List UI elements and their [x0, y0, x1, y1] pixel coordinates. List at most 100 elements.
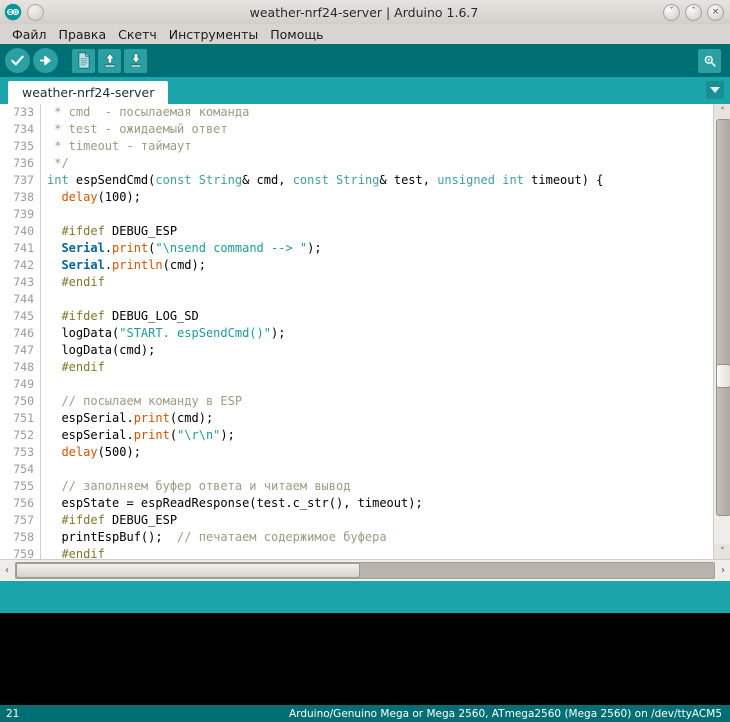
line-text: printEspBuf(); // печатаем содержимое бу…	[41, 529, 386, 546]
save-sketch-icon	[130, 53, 141, 68]
line-number: 752	[0, 427, 41, 444]
code-line[interactable]: 759 #endif	[0, 546, 713, 559]
code-line[interactable]: 750 // посылаем команду в ESP	[0, 393, 713, 410]
menu-item-3[interactable]: Инструменты	[163, 26, 264, 43]
code-lines[interactable]: 733 * cmd - посылаемая команда 734 * test…	[0, 104, 713, 559]
line-number: 736	[0, 155, 41, 172]
code-line[interactable]: 741 Serial.print("\nsend command --> ");	[0, 240, 713, 257]
new-sketch-button[interactable]	[72, 48, 95, 73]
toolbar-right-group	[698, 48, 730, 73]
code-line[interactable]: 736 */	[0, 155, 713, 172]
title-bar: weather-nrf24-server | Arduino 1.6.7 ˇ ˆ…	[0, 0, 730, 25]
upload-arrow-icon	[39, 55, 51, 66]
code-line[interactable]: 737 int espSendCmd(const String& cmd, con…	[0, 172, 713, 189]
scroll-up-button[interactable]: ˄	[714, 104, 730, 119]
window-menu-button[interactable]	[27, 3, 44, 21]
line-number: 759	[0, 546, 41, 559]
code-line[interactable]: 753 delay(500);	[0, 444, 713, 461]
code-token: Serial	[61, 241, 105, 255]
code-line[interactable]: 748 #endif	[0, 359, 713, 376]
horizontal-scroll-thumb[interactable]	[16, 563, 360, 578]
line-number: 754	[0, 461, 41, 478]
code-token: timeout) {	[523, 173, 604, 187]
code-line[interactable]: 742 Serial.println(cmd);	[0, 257, 713, 274]
tab-menu-button[interactable]	[706, 81, 724, 99]
line-text: Serial.print("\nsend command --> ");	[41, 240, 321, 257]
console-output[interactable]	[0, 613, 730, 705]
menu-item-0[interactable]: Файл	[6, 26, 53, 43]
code-editor[interactable]: 733 * cmd - посылаемая команда 734 * test…	[0, 104, 730, 559]
code-line[interactable]: 745 #ifdef DEBUG_LOG_SD	[0, 308, 713, 325]
line-text: #endif	[41, 274, 105, 291]
scroll-right-button[interactable]: ›	[716, 561, 730, 581]
code-token: espSerial.	[47, 411, 134, 425]
maximize-button[interactable]: ˆ	[685, 3, 702, 21]
code-token: #endif	[61, 275, 105, 289]
code-token: (	[169, 428, 178, 442]
code-line[interactable]: 734 * test - ожидаемый ответ	[0, 121, 713, 138]
code-token: espSerial.	[47, 428, 134, 442]
line-text: * cmd - посылаемая команда	[41, 104, 249, 121]
minimize-button[interactable]: ˇ	[663, 3, 680, 21]
code-line[interactable]: 752 espSerial.print("\r\n");	[0, 427, 713, 444]
editor-horizontal-scrollbar[interactable]: ‹ ›	[0, 559, 730, 581]
code-token: & test,	[379, 173, 438, 187]
code-token: #ifdef	[61, 513, 105, 527]
code-line[interactable]: 735 * timeout - таймаут	[0, 138, 713, 155]
menu-item-2[interactable]: Скетч	[112, 26, 163, 43]
code-token: print	[112, 241, 149, 255]
vertical-scroll-grip[interactable]	[716, 364, 730, 388]
code-token: DEBUG_ESP	[104, 513, 178, 527]
code-line[interactable]: 747 logData(cmd);	[0, 342, 713, 359]
serial-monitor-button[interactable]	[698, 48, 721, 73]
code-line[interactable]: 754	[0, 461, 713, 478]
code-line[interactable]: 751 espSerial.print(cmd);	[0, 410, 713, 427]
code-token: delay	[61, 445, 98, 459]
line-text: espSerial.print(cmd);	[41, 410, 213, 427]
scroll-left-button[interactable]: ‹	[0, 561, 14, 581]
sketch-tab[interactable]: weather-nrf24-server	[8, 81, 169, 104]
horizontal-scroll-track[interactable]	[15, 562, 715, 579]
editor-vertical-scrollbar[interactable]: ˄ ˅	[713, 104, 730, 559]
code-line[interactable]: 758 printEspBuf(); // печатаем содержимо…	[0, 529, 713, 546]
code-token: printEspBuf();	[47, 530, 178, 544]
code-token: (100);	[97, 190, 141, 204]
scroll-down-button[interactable]: ˅	[714, 544, 730, 559]
code-line[interactable]: 756 espState = espReadResponse(test.c_st…	[0, 495, 713, 512]
verify-check-icon	[11, 55, 24, 66]
code-token: Serial	[61, 258, 105, 272]
menu-item-4[interactable]: Помощь	[264, 26, 329, 43]
code-line[interactable]: 746 logData("START. espSendCmd()");	[0, 325, 713, 342]
open-sketch-button[interactable]	[98, 48, 121, 73]
line-text: #ifdef DEBUG_ESP	[41, 512, 177, 529]
verify-button[interactable]	[5, 48, 30, 73]
code-token: const	[155, 173, 192, 187]
bottom-status-bar: 21 Arduino/Genuino Mega or Mega 2560, AT…	[0, 705, 730, 722]
line-number: 758	[0, 529, 41, 546]
arduino-ide-window: weather-nrf24-server | Arduino 1.6.7 ˇ ˆ…	[0, 0, 730, 722]
vertical-scroll-thumb[interactable]	[716, 119, 730, 517]
code-line[interactable]: 739	[0, 206, 713, 223]
code-line[interactable]: 755 // заполняем буфер ответа и читаем в…	[0, 478, 713, 495]
save-sketch-button[interactable]	[124, 48, 147, 73]
upload-button[interactable]	[33, 48, 58, 73]
code-line[interactable]: 738 delay(100);	[0, 189, 713, 206]
line-number: 742	[0, 257, 41, 274]
code-line[interactable]: 733 * cmd - посылаемая команда	[0, 104, 713, 121]
code-token: delay	[61, 190, 98, 204]
menu-item-1[interactable]: Правка	[53, 26, 113, 43]
code-line[interactable]: 740 #ifdef DEBUG_ESP	[0, 223, 713, 240]
new-sketch-icon	[77, 52, 90, 69]
code-token: #endif	[61, 547, 105, 559]
code-line[interactable]: 757 #ifdef DEBUG_ESP	[0, 512, 713, 529]
line-text: #endif	[41, 359, 104, 376]
vertical-scroll-track[interactable]	[714, 119, 730, 544]
close-button[interactable]: ×	[707, 3, 724, 21]
code-line[interactable]: 749	[0, 376, 713, 393]
line-text: logData("START. espSendCmd()");	[41, 325, 285, 342]
code-line[interactable]: 743 #endif	[0, 274, 713, 291]
code-token: "\r\n"	[177, 428, 221, 442]
code-line[interactable]: 744	[0, 291, 713, 308]
